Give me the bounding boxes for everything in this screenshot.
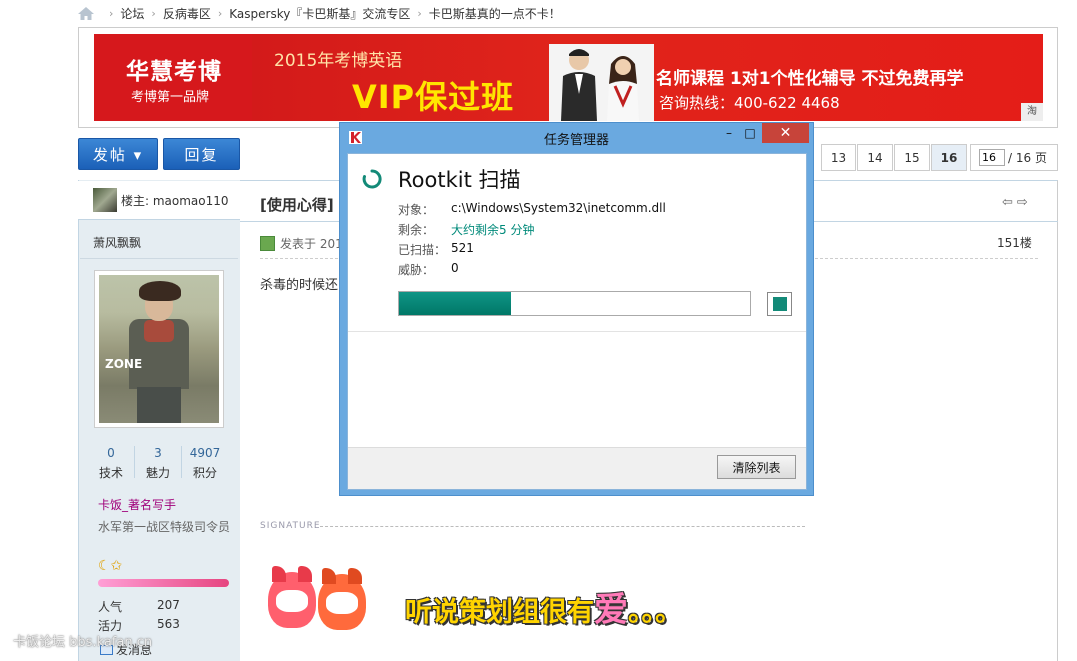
op-tab[interactable]: 楼主: maomao110	[78, 181, 243, 220]
avatar-image: ZONE	[99, 275, 219, 423]
fox-mascot-icon	[268, 566, 316, 628]
stat-label-points: 积分	[192, 466, 217, 480]
page-link-14[interactable]: 14	[857, 144, 893, 171]
post-title: [使用心得]	[260, 196, 334, 214]
avatar-text: ZONE	[105, 357, 143, 371]
dialog-content: Rootkit 扫描 对象： c:\Windows\System32\inetc…	[347, 153, 807, 490]
rank-progress-bar	[98, 579, 229, 587]
reply-button[interactable]: 回复	[163, 138, 240, 170]
new-post-button[interactable]: 发帖 ▾	[78, 138, 158, 170]
banner-line4: 咨询热线：400-622 4468	[659, 94, 840, 112]
banner-line1: 2015年考博英语	[274, 51, 403, 71]
row-value-remaining: 大约剩余5 分钟	[451, 223, 535, 237]
page-jump: / 16 页	[970, 144, 1058, 171]
banner-people-image	[549, 44, 654, 121]
breadcrumb-separator: ›	[417, 6, 422, 20]
stat-label-charm: 魅力	[145, 466, 170, 480]
signature-text-c: 。。。	[628, 597, 682, 628]
fox-mascot-icon	[318, 568, 366, 630]
scan-progress-bar	[398, 291, 751, 316]
stat-value-tech[interactable]: 0	[86, 446, 136, 460]
page-jump-input[interactable]	[979, 149, 1005, 166]
breadcrumb-thread: 卡巴斯基真的一点不卡！	[428, 6, 561, 21]
online-status-icon	[260, 236, 275, 251]
signature-text: 听说策划组很有爱。。。	[405, 582, 682, 631]
breadcrumb-separator: ›	[217, 6, 223, 20]
row-key-scanned: 已扫描：	[398, 243, 447, 257]
banner-brand: 华慧考博	[126, 59, 222, 85]
page-total: / 16 页	[1008, 151, 1047, 165]
clear-list-button[interactable]: 清除列表	[717, 455, 796, 479]
scan-progress-fill	[399, 292, 512, 315]
watermark: 卡饭论坛 bbs.kafan.cn	[13, 635, 153, 650]
banner-brand-sub: 考博第一品牌	[131, 90, 210, 105]
row-key-remaining: 剩余：	[398, 223, 435, 237]
op-label: 楼主: maomao110	[121, 193, 229, 208]
signature-text-b: 爱	[594, 590, 628, 630]
divider	[348, 331, 806, 332]
home-icon[interactable]	[78, 6, 94, 20]
floor-number[interactable]: 151楼	[997, 234, 1032, 251]
breadcrumb-kaspersky[interactable]: Kaspersky『卡巴斯基』交流专区	[229, 5, 410, 22]
post-date: 发表于 201	[280, 237, 343, 251]
signature-label: SIGNATURE	[260, 521, 321, 531]
row-value-threats: 0	[451, 261, 459, 275]
scan-heading: Rootkit 扫描	[398, 168, 521, 192]
dialog-titlebar[interactable]: 任务管理器 – □ ✕	[340, 123, 813, 150]
page-current: 16	[931, 144, 967, 171]
breadcrumb-antivirus[interactable]: 反病毒区	[163, 5, 211, 22]
divider	[80, 258, 238, 259]
op-mini-avatar	[93, 188, 117, 212]
dialog-footer: 清除列表	[348, 447, 806, 489]
user-group[interactable]: 卡饭_著名写手	[98, 496, 176, 513]
user-title: 水军第一战区特级司令员	[98, 520, 231, 534]
close-button[interactable]: ✕	[762, 123, 809, 143]
stop-icon	[772, 297, 787, 311]
breadcrumb-forum[interactable]: 论坛	[120, 5, 144, 22]
kv-value-energy: 563	[157, 617, 180, 631]
rank-stars-icon: ☾✩	[98, 558, 123, 574]
signature-text-a: 听说策划组很有	[405, 597, 594, 628]
stop-scan-button[interactable]	[767, 292, 792, 316]
breadcrumb: › 论坛 › 反病毒区 › Kaspersky『卡巴斯基』交流专区 › 卡巴斯基…	[78, 4, 561, 22]
kv-value-popularity: 207	[157, 598, 180, 612]
avatar[interactable]: ZONE	[94, 270, 224, 428]
post-meta: 发表于 201	[260, 235, 343, 252]
banner-line3: 名师课程 1对1个性化辅导 不过免费再学	[656, 69, 964, 89]
page-link-13[interactable]: 13	[821, 144, 856, 171]
taobao-badge: 淘	[1021, 103, 1043, 121]
stat-value-points[interactable]: 4907	[180, 446, 230, 460]
ad-banner[interactable]: 华慧考博 考博第一品牌 2015年考博英语 VIP保过班 名师课程 1对1个性化…	[94, 34, 1043, 121]
row-key-object: 对象：	[398, 203, 435, 217]
row-value-object: c:\Windows\System32\inetcomm.dll	[451, 201, 666, 215]
username[interactable]: 萧风飘飘	[93, 234, 141, 251]
kv-key-popularity: 人气	[98, 600, 123, 614]
row-value-scanned: 521	[451, 241, 474, 255]
banner-line2: VIP保过班	[352, 78, 515, 116]
spinner-icon	[362, 169, 382, 189]
signature-divider	[320, 526, 805, 527]
stat-label-tech: 技术	[98, 466, 123, 480]
prev-next-thread-icon[interactable]: ⇦⇨	[1002, 195, 1032, 210]
breadcrumb-separator: ›	[151, 6, 156, 20]
task-manager-dialog: 任务管理器 – □ ✕ Rootkit 扫描 对象： c:\Windows\Sy…	[339, 122, 814, 496]
maximize-button[interactable]: □	[737, 123, 763, 143]
breadcrumb-separator: ›	[109, 6, 114, 20]
page-link-15[interactable]: 15	[894, 144, 930, 171]
post-body: 杀毒的时候还	[260, 278, 339, 293]
stat-value-charm[interactable]: 3	[133, 446, 183, 460]
row-key-threats: 威胁：	[398, 263, 435, 277]
